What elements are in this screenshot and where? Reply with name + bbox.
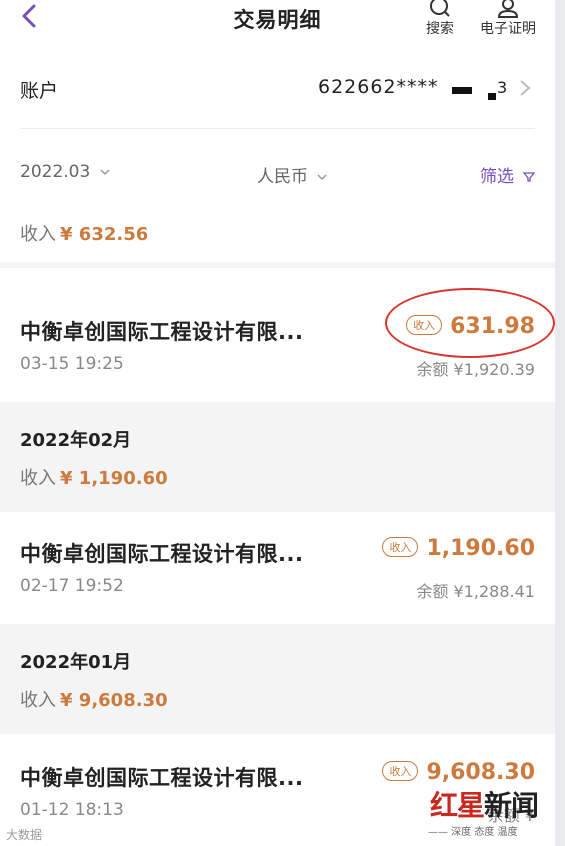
section-separator bbox=[0, 262, 555, 268]
redaction-mark bbox=[452, 87, 472, 94]
top-bar: 交易明细 搜索 电子证明 bbox=[0, 0, 555, 46]
account-label: 账户 bbox=[20, 80, 59, 102]
transaction-amount: 1,190.60 bbox=[426, 536, 535, 561]
watermark-logo-b: 星 bbox=[457, 789, 485, 822]
transaction-balance: 余额 ¥1,920.39 bbox=[416, 360, 535, 379]
transaction-counterparty: 中衡卓创国际工程设计有限... bbox=[20, 320, 304, 344]
watermark-left: 大数据 bbox=[6, 828, 43, 842]
transaction-time: 01-12 18:13 bbox=[20, 800, 124, 820]
filter-icon bbox=[523, 172, 536, 182]
search-button[interactable]: 搜索 bbox=[422, 0, 458, 38]
income-amount: ¥ 9,608.30 bbox=[60, 690, 168, 711]
transaction-counterparty: 中衡卓创国际工程设计有限... bbox=[20, 542, 304, 566]
date-filter-label: 2022.03 bbox=[20, 162, 91, 182]
month-group-header: 2022年01月 收入 ¥ 9,608.30 bbox=[0, 624, 555, 734]
income-badge: 收入 bbox=[382, 761, 419, 781]
transaction-amount-group: 收入 1,190.60 bbox=[382, 536, 535, 561]
income-label: 收入 bbox=[20, 690, 56, 711]
month-income-summary: 收入 ¥ 1,190.60 bbox=[20, 464, 168, 490]
search-icon bbox=[430, 0, 450, 17]
transaction-time: 02-17 19:52 bbox=[20, 576, 124, 596]
currency-filter[interactable]: 人民币 bbox=[257, 162, 327, 187]
filter-row: 2022.03 人民币 筛选 bbox=[0, 150, 555, 190]
month-title: 2022年02月 bbox=[20, 430, 132, 451]
month-group-header: 2022年02月 收入 ¥ 1,190.60 bbox=[0, 402, 555, 512]
person-certificate-icon bbox=[497, 0, 519, 18]
divider bbox=[20, 128, 535, 129]
search-label: 搜索 bbox=[426, 21, 454, 37]
transaction-balance: 余额 ¥1,288.41 bbox=[416, 582, 535, 601]
chevron-down-icon bbox=[100, 169, 110, 176]
highlight-annotation-ring bbox=[385, 288, 555, 358]
month-income-summary: 收入 ¥ 9,608.30 bbox=[20, 686, 168, 712]
watermark-logo-a: 红 bbox=[430, 789, 458, 822]
right-edge-strip bbox=[555, 0, 565, 846]
redaction-mark bbox=[488, 93, 496, 100]
currency-filter-label: 人民币 bbox=[257, 167, 308, 187]
screen-filter-label: 筛选 bbox=[480, 167, 514, 187]
chevron-right-icon[interactable] bbox=[518, 78, 532, 98]
income-label: 收入 bbox=[20, 468, 56, 489]
income-label: 收入 bbox=[20, 224, 56, 245]
month-title: 2022年01月 bbox=[20, 652, 132, 673]
certificate-label: 电子证明 bbox=[480, 21, 536, 37]
account-number: 622662**** bbox=[318, 76, 439, 98]
watermark-logo: 红星新闻 bbox=[430, 784, 539, 824]
income-amount: ¥ 632.56 bbox=[60, 224, 149, 245]
transaction-amount-group: 收入 9,608.30 bbox=[382, 760, 535, 785]
screen-filter-button[interactable]: 筛选 bbox=[480, 162, 536, 187]
income-amount: ¥ 1,190.60 bbox=[60, 468, 168, 489]
date-filter[interactable]: 2022.03 bbox=[20, 162, 110, 182]
watermark-tagline: —— 深度 态度 温度 bbox=[428, 827, 518, 838]
transaction-amount: 9,608.30 bbox=[426, 760, 535, 785]
certificate-button[interactable]: 电子证明 bbox=[472, 0, 544, 38]
transaction-counterparty: 中衡卓创国际工程设计有限... bbox=[20, 766, 304, 790]
transaction-time: 03-15 19:25 bbox=[20, 354, 124, 374]
account-number-suffix: 3 bbox=[497, 78, 508, 97]
month-income-summary: 收入 ¥ 632.56 bbox=[20, 220, 148, 246]
chevron-down-icon bbox=[317, 174, 327, 181]
watermark-logo-c: 新闻 bbox=[484, 789, 539, 822]
income-badge: 收入 bbox=[382, 537, 419, 557]
transaction-item[interactable]: 中衡卓创国际工程设计有限... 02-17 19:52 收入 1,190.60 余… bbox=[0, 512, 555, 622]
